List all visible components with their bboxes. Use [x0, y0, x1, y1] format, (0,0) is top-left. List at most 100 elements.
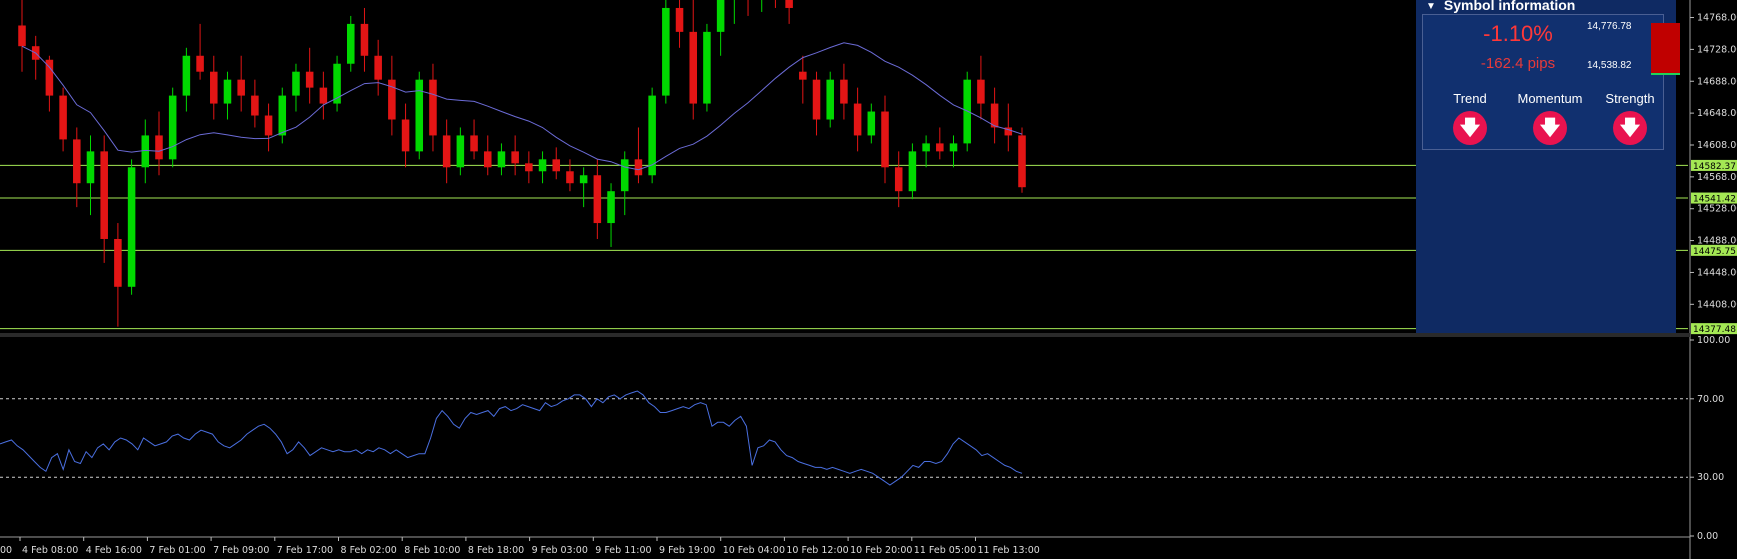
bull-candle[interactable] [347, 23, 355, 64]
time-tick-label: 7 Feb 17:00 [277, 545, 333, 556]
bull-candle[interactable] [867, 111, 876, 136]
arrow-down-icon: 🡇 [1539, 117, 1561, 139]
collapse-triangle-icon[interactable]: ▼ [1426, 2, 1436, 12]
bull-candle[interactable] [127, 167, 136, 287]
bull-candle[interactable] [949, 143, 958, 152]
time-tick-label: 4 Feb 16:00 [86, 545, 142, 556]
bull-candle[interactable] [497, 151, 506, 168]
bull-candle[interactable] [86, 151, 95, 184]
time-tick-label: 7 Feb 09:00 [213, 545, 269, 556]
bull-candle[interactable] [579, 175, 588, 184]
range-high: 14,776.78 [1587, 21, 1632, 32]
bear-candle[interactable] [853, 103, 862, 136]
pane-divider[interactable] [0, 333, 1690, 337]
bear-candle[interactable] [881, 111, 889, 168]
bull-candle[interactable] [826, 79, 834, 120]
bear-candle[interactable] [18, 25, 26, 47]
bull-candle[interactable] [538, 159, 547, 172]
time-tick-label: 9 Feb 03:00 [532, 545, 588, 556]
time-tick-label: 8 Feb 10:00 [404, 545, 460, 556]
bull-candle[interactable] [223, 79, 232, 104]
level-price-label: 14475.75 [1693, 247, 1736, 257]
time-tick-label: 00 [0, 545, 12, 556]
level-price-label: 14582.37 [1693, 162, 1736, 172]
price-tick-label: 14648.00 [1697, 108, 1737, 119]
bear-candle[interactable] [593, 175, 602, 224]
bull-candle[interactable] [168, 95, 177, 160]
bear-candle[interactable] [552, 159, 561, 172]
symbol-panel-title: Symbol information [1443, 0, 1576, 13]
range-low: 14,538.82 [1587, 60, 1632, 71]
bear-candle[interactable] [100, 151, 108, 239]
oscillator-tick-label: 30.00 [1697, 472, 1724, 483]
bull-candle[interactable] [716, 0, 725, 32]
bear-candle[interactable] [429, 79, 437, 136]
trend-label: Trend [1453, 91, 1487, 106]
time-tick-label: 7 Feb 01:00 [149, 545, 205, 556]
bull-candle[interactable] [607, 191, 615, 224]
bear-candle[interactable] [525, 163, 533, 172]
bull-candle[interactable] [141, 135, 150, 168]
bear-candle[interactable] [374, 55, 382, 80]
bear-candle[interactable] [566, 171, 574, 184]
bull-candle[interactable] [620, 159, 629, 192]
momentum-label: Momentum [1517, 91, 1583, 106]
bear-candle[interactable] [305, 71, 314, 88]
bear-candle[interactable] [360, 23, 369, 56]
bear-candle[interactable] [689, 31, 697, 104]
time-tick-label: 4 Feb 08:00 [22, 545, 78, 556]
time-tick-label: 11 Feb 05:00 [914, 545, 976, 556]
momentum-signal-button[interactable]: 🡇 [1533, 111, 1567, 145]
bear-candle[interactable] [894, 167, 903, 192]
time-tick-label: 10 Feb 04:00 [723, 545, 785, 556]
bear-candle[interactable] [936, 143, 944, 152]
time-tick-label: 10 Feb 12:00 [786, 545, 848, 556]
time-tick-label: 8 Feb 18:00 [468, 545, 524, 556]
strength-label: Strength [1605, 91, 1655, 106]
bull-candle[interactable] [703, 31, 711, 104]
level-price-label: 14541.42 [1693, 195, 1736, 205]
oscillator-line[interactable] [0, 390, 1023, 486]
bear-candle[interactable] [73, 139, 81, 184]
time-tick-label: 9 Feb 11:00 [595, 545, 651, 556]
bear-candle[interactable] [634, 159, 643, 176]
bull-candle[interactable] [908, 151, 917, 192]
bear-candle[interactable] [812, 79, 821, 120]
bear-candle[interactable] [1018, 135, 1026, 188]
bear-candle[interactable] [511, 151, 519, 164]
bull-candle[interactable] [182, 55, 191, 96]
bear-candle[interactable] [237, 79, 245, 96]
bear-candle[interactable] [264, 115, 273, 136]
bear-candle[interactable] [59, 95, 67, 140]
symbol-panel-header[interactable]: ▼ Symbol information [1416, 0, 1676, 13]
arrow-down-icon: 🡇 [1459, 117, 1481, 139]
bull-candle[interactable] [292, 71, 300, 96]
bull-candle[interactable] [662, 7, 670, 96]
bear-candle[interactable] [977, 79, 985, 104]
bear-candle[interactable] [675, 7, 684, 32]
bear-candle[interactable] [840, 79, 848, 104]
bear-candle[interactable] [251, 95, 259, 116]
strength-signal-button[interactable]: 🡇 [1613, 111, 1647, 145]
symbol-information-panel: ▼ Symbol information -1.10% -162.4 pips 1… [1416, 0, 1680, 333]
bear-candle[interactable] [799, 71, 807, 80]
bear-candle[interactable] [483, 151, 492, 168]
bear-candle[interactable] [785, 0, 793, 8]
bear-candle[interactable] [401, 119, 410, 152]
price-tick-label: 14768.00 [1697, 13, 1737, 24]
bull-candle[interactable] [456, 135, 465, 168]
bull-candle[interactable] [922, 143, 930, 152]
trend-signal-button[interactable]: 🡇 [1453, 111, 1487, 145]
bear-candle[interactable] [114, 238, 122, 287]
price-tick-label: 14448.00 [1697, 267, 1737, 278]
bear-candle[interactable] [210, 71, 218, 104]
price-tick-label: 14608.00 [1697, 140, 1737, 151]
bear-candle[interactable] [319, 87, 328, 104]
price-tick-label: 14408.00 [1697, 299, 1737, 310]
bear-candle[interactable] [196, 55, 204, 72]
change-pips: -162.4 pips [1480, 55, 1556, 72]
bear-candle[interactable] [442, 135, 451, 168]
bear-candle[interactable] [470, 135, 478, 152]
bear-candle[interactable] [155, 135, 163, 160]
bull-candle[interactable] [278, 95, 287, 136]
